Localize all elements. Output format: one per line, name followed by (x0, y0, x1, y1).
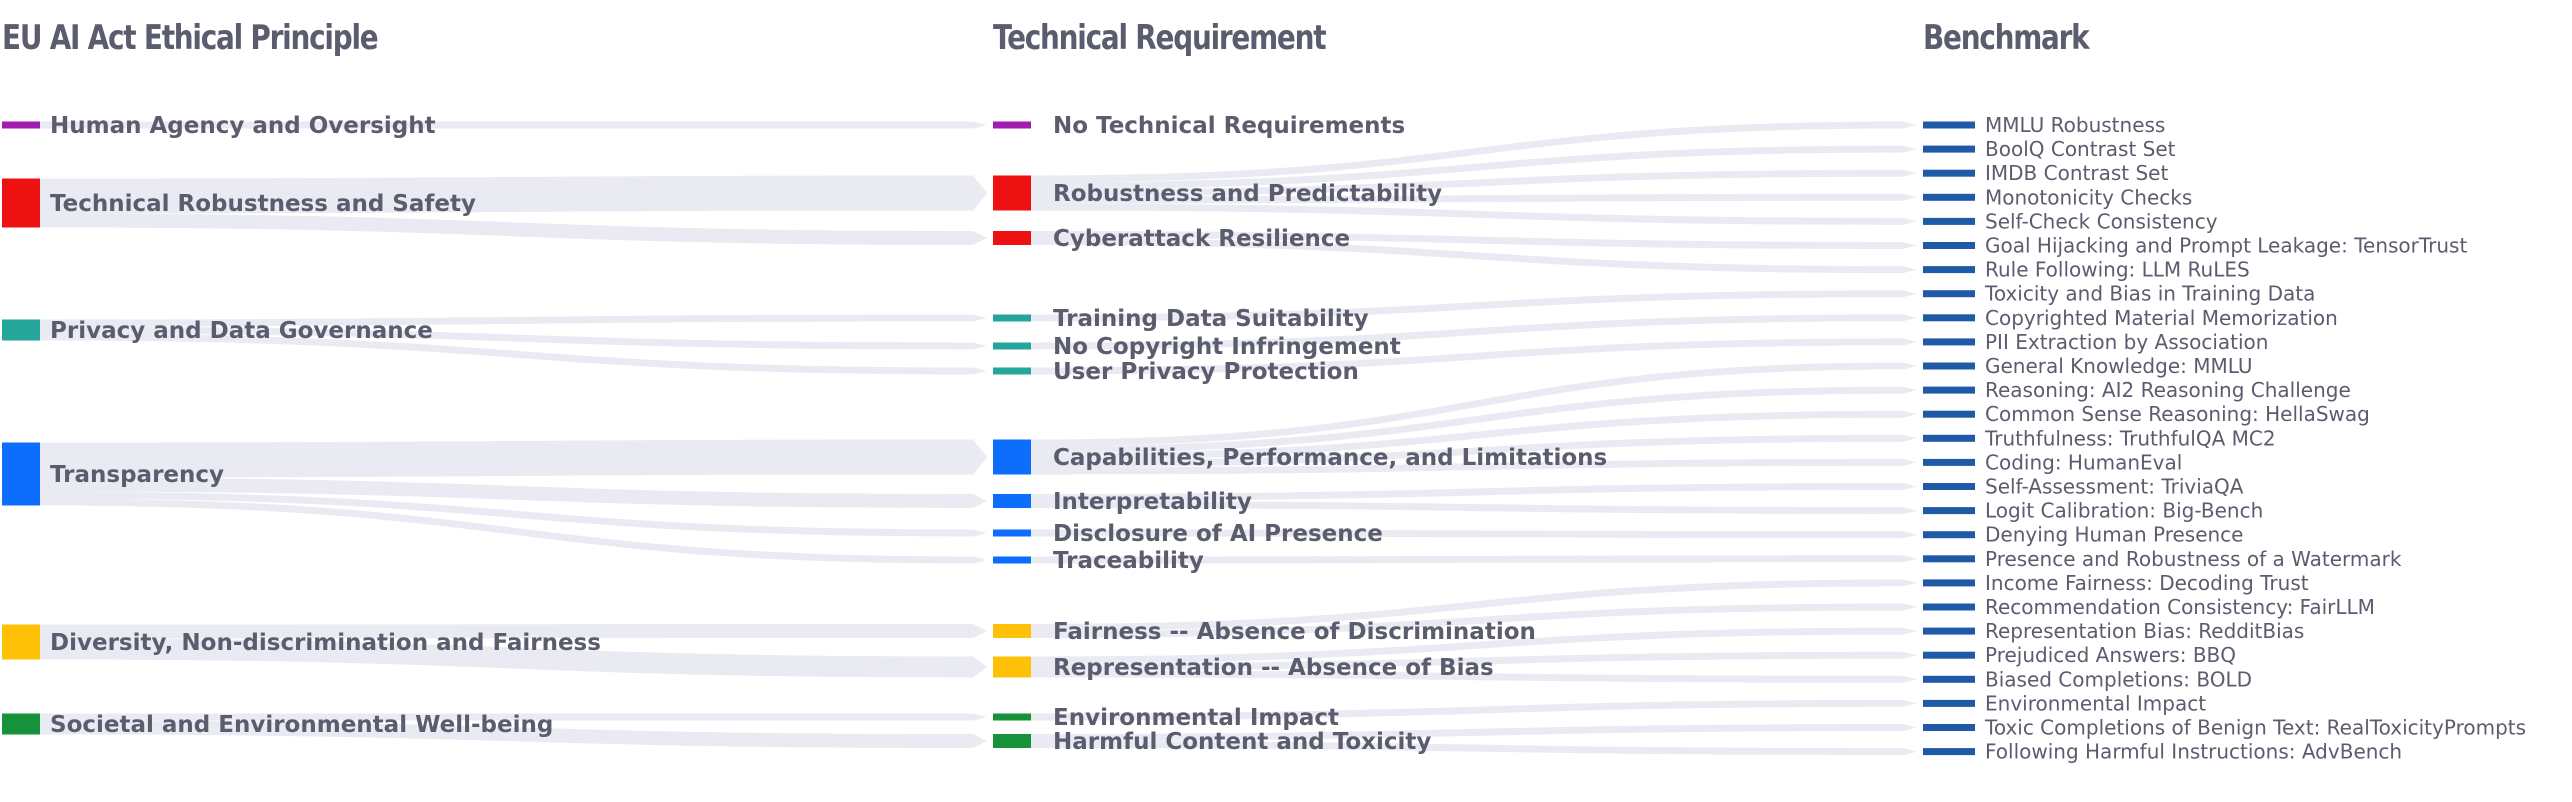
benchmark-node[interactable] (1923, 699, 1975, 707)
benchmark-node[interactable] (1923, 531, 1975, 539)
benchmark-node[interactable] (1923, 651, 1975, 659)
benchmark-label: Representation Bias: RedditBias (1985, 619, 2304, 643)
benchmark-label: Copyrighted Material Memorization (1985, 306, 2338, 330)
principle-node[interactable] (2, 713, 40, 735)
benchmark-node[interactable] (1923, 410, 1975, 418)
benchmark-label: Following Harmful Instructions: AdvBench (1985, 740, 2402, 764)
requirement-node[interactable] (993, 713, 1031, 721)
benchmark-node[interactable] (1923, 169, 1975, 177)
principle-node[interactable] (2, 624, 40, 660)
requirement-label: Disclosure of AI Presence (1053, 521, 1383, 547)
benchmark-label: Self-Check Consistency (1985, 209, 2218, 233)
requirement-label: Cyberattack Resilience (1053, 226, 1350, 252)
benchmark-label: Recommendation Consistency: FairLLM (1985, 595, 2375, 619)
requirement-label: No Copyright Infringement (1053, 334, 1401, 360)
benchmark-node[interactable] (1923, 314, 1975, 322)
requirement-node[interactable] (993, 734, 1031, 748)
benchmark-node[interactable] (1923, 290, 1975, 298)
benchmark-label: Rule Following: LLM RuLES (1985, 258, 2250, 282)
requirement-label: Environmental Impact (1053, 705, 1339, 731)
requirement-node[interactable] (993, 529, 1031, 537)
benchmark-node[interactable] (1923, 627, 1975, 635)
requirement-label: Interpretability (1053, 489, 1252, 515)
principle-label: Societal and Environmental Well-being (50, 712, 553, 738)
requirement-node[interactable] (993, 121, 1031, 129)
benchmark-label: Presence and Robustness of a Watermark (1985, 547, 2402, 571)
benchmark-node[interactable] (1923, 675, 1975, 683)
benchmark-node[interactable] (1923, 121, 1975, 129)
requirement-label: Fairness -- Absence of Discrimination (1053, 619, 1536, 645)
benchmark-label: Income Fairness: Decoding Trust (1985, 571, 2309, 595)
benchmark-label: Common Sense Reasoning: HellaSwag (1985, 402, 2370, 426)
requirement-node[interactable] (993, 175, 1031, 211)
principle-node[interactable] (2, 178, 40, 228)
benchmark-label: BoolQ Contrast Set (1985, 137, 2176, 161)
sankey-diagram: Human Agency and Oversight Technical Robu… (2, 113, 2526, 764)
requirement-node[interactable] (993, 314, 1031, 322)
benchmark-node[interactable] (1923, 338, 1975, 346)
principle-label: Privacy and Data Governance (50, 318, 433, 344)
requirement-node[interactable] (993, 439, 1031, 475)
principle-label: Transparency (50, 462, 224, 488)
benchmark-node[interactable] (1923, 748, 1975, 756)
requirement-label: Robustness and Predictability (1053, 181, 1442, 207)
requirement-label: Capabilities, Performance, and Limitatio… (1053, 445, 1607, 471)
requirement-node[interactable] (993, 367, 1031, 375)
requirement-label: Harmful Content and Toxicity (1053, 729, 1431, 755)
benchmark-node[interactable] (1923, 266, 1975, 274)
benchmark-label: Coding: HumanEval (1985, 450, 2182, 474)
requirement-label: Training Data Suitability (1053, 306, 1369, 332)
requirement-node[interactable] (993, 342, 1031, 350)
benchmark-label: IMDB Contrast Set (1985, 161, 2168, 185)
requirement-node[interactable] (993, 231, 1031, 245)
principle-label: Human Agency and Oversight (50, 113, 436, 139)
requirement-label: User Privacy Protection (1053, 359, 1359, 385)
principle-node[interactable] (2, 442, 40, 506)
principle-node[interactable] (2, 319, 40, 341)
benchmark-node[interactable] (1923, 386, 1975, 394)
benchmark-node[interactable] (1923, 145, 1975, 153)
benchmark-label: Truthfulness: TruthfulQA MC2 (1984, 426, 2276, 450)
benchmark-node[interactable] (1923, 579, 1975, 587)
benchmark-node[interactable] (1923, 555, 1975, 563)
benchmark-label: Prejudiced Answers: BBQ (1985, 643, 2236, 667)
requirement-node[interactable] (993, 556, 1031, 564)
benchmark-label: Goal Hijacking and Prompt Leakage: Tenso… (1985, 234, 2467, 258)
requirement-node[interactable] (993, 624, 1031, 638)
principle-node[interactable] (2, 121, 40, 129)
benchmark-node[interactable] (1923, 193, 1975, 201)
benchmark-label: MMLU Robustness (1985, 113, 2165, 137)
benchmark-node[interactable] (1923, 242, 1975, 249)
link-principle-requirement (40, 213, 987, 245)
benchmark-label: Biased Completions: BOLD (1985, 667, 2252, 691)
benchmark-label: PII Extraction by Association (1985, 330, 2268, 354)
benchmark-label: Toxic Completions of Benign Text: RealTo… (1984, 716, 2526, 740)
principle-label: Diversity, Non-discrimination and Fairne… (50, 630, 601, 656)
benchmark-label: Reasoning: AI2 Reasoning Challenge (1985, 378, 2351, 402)
benchmark-label: Monotonicity Checks (1985, 185, 2192, 209)
requirement-label: Representation -- Absence of Bias (1053, 655, 1494, 681)
benchmark-node[interactable] (1923, 434, 1975, 442)
benchmark-label: Self-Assessment: TriviaQA (1985, 475, 2244, 499)
requirement-label: No Technical Requirements (1053, 113, 1405, 139)
requirement-label: Traceability (1053, 548, 1204, 574)
benchmark-node[interactable] (1923, 458, 1975, 466)
benchmark-node[interactable] (1923, 603, 1975, 611)
requirement-node[interactable] (993, 656, 1031, 678)
benchmark-node[interactable] (1923, 724, 1975, 731)
principle-label: Technical Robustness and Safety (50, 191, 476, 217)
benchmark-node[interactable] (1923, 507, 1975, 515)
benchmark-node[interactable] (1923, 362, 1975, 370)
benchmark-node[interactable] (1923, 217, 1975, 225)
requirement-node[interactable] (993, 494, 1031, 508)
benchmark-node[interactable] (1923, 483, 1975, 490)
benchmark-label: General Knowledge: MMLU (1985, 354, 2253, 378)
benchmark-label: Denying Human Presence (1985, 523, 2244, 547)
benchmark-label: Toxicity and Bias in Training Data (1984, 282, 2315, 306)
benchmark-label: Environmental Impact (1985, 691, 2206, 715)
benchmark-label: Logit Calibration: Big-Bench (1985, 499, 2263, 523)
